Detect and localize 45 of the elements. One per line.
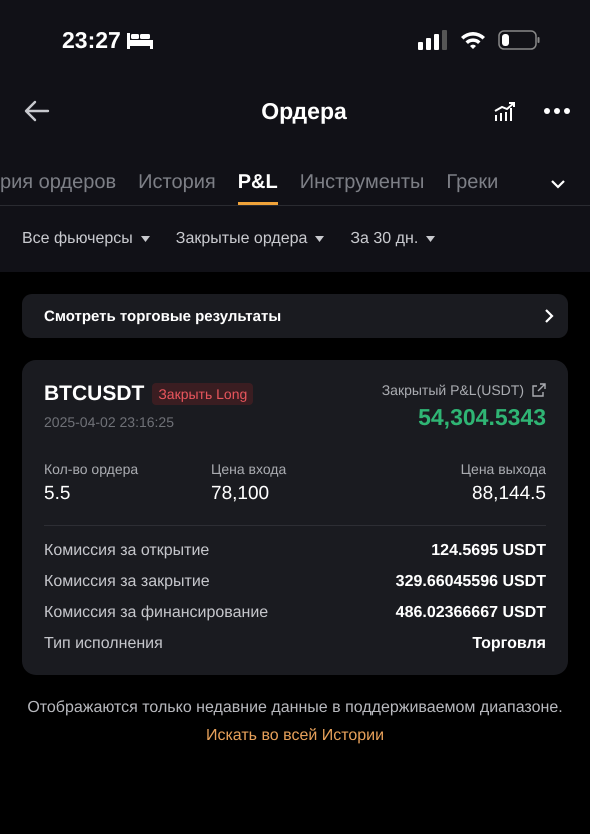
caret-icon: [315, 236, 324, 242]
symbol: BTCUSDT: [44, 382, 144, 406]
pnl-value: 54,304.5343: [418, 404, 546, 431]
status-time: 23:27: [62, 26, 121, 54]
caret-icon: [426, 236, 436, 242]
filter-dropdown[interactable]: Все фьючерсы: [22, 230, 150, 248]
page-title: Ордера: [261, 98, 347, 124]
stat-label: Цена входа: [211, 461, 286, 477]
search-history-link[interactable]: Искать во всей Истории: [206, 727, 384, 745]
battery-icon: [498, 30, 540, 50]
range-note: Отображаются только недавние данные в поддерживаемом диапазоне.: [27, 699, 563, 717]
stat-value: 78,100: [211, 483, 270, 505]
chart-icon[interactable]: [494, 101, 516, 121]
pnl-label: Закрытый P&L(USDT): [382, 382, 524, 398]
detail-label: Комиссия за открытие: [44, 542, 210, 560]
chevron-right-icon: [544, 308, 554, 324]
detail-value: 329.66045596 USDT: [396, 573, 546, 591]
chevron-down-icon[interactable]: [550, 179, 566, 189]
detail-label: Комиссия за финансирование: [44, 604, 268, 622]
detail-label: Комиссия за закрытие: [44, 573, 210, 591]
detail-label: Тип исполнения: [44, 635, 163, 653]
external-link-icon[interactable]: [532, 383, 546, 397]
tab[interactable]: рия ордеров: [0, 171, 116, 205]
stat-label: Кол-во ордера: [44, 461, 138, 477]
tab[interactable]: P&L: [238, 171, 278, 205]
filter-dropdown[interactable]: Закрытые ордера: [176, 230, 324, 248]
stat-value: 5.5: [44, 483, 70, 505]
stat-label: Цена выхода: [460, 461, 546, 477]
trade-results-link[interactable]: Смотреть торговые результаты: [22, 294, 568, 338]
caret-icon: [140, 236, 150, 242]
stat-value: 88,144.5: [472, 483, 546, 505]
order-timestamp: 2025-04-02 23:16:25: [44, 414, 174, 430]
detail-value: Торговля: [472, 635, 546, 653]
wifi-icon: [460, 30, 486, 50]
more-icon[interactable]: [544, 108, 570, 114]
back-button[interactable]: [24, 100, 50, 122]
detail-value: 486.02366667 USDT: [396, 604, 546, 622]
detail-value: 124.5695 USDT: [431, 542, 546, 560]
signal-icon: [418, 30, 448, 50]
tab[interactable]: История: [138, 171, 216, 205]
side-tag: Закрыть Long: [152, 383, 254, 405]
tab[interactable]: Инструменты: [300, 171, 424, 205]
bed-icon: [126, 31, 153, 49]
tab[interactable]: Греки: [446, 171, 498, 205]
filter-dropdown[interactable]: За 30 дн.: [350, 230, 436, 248]
